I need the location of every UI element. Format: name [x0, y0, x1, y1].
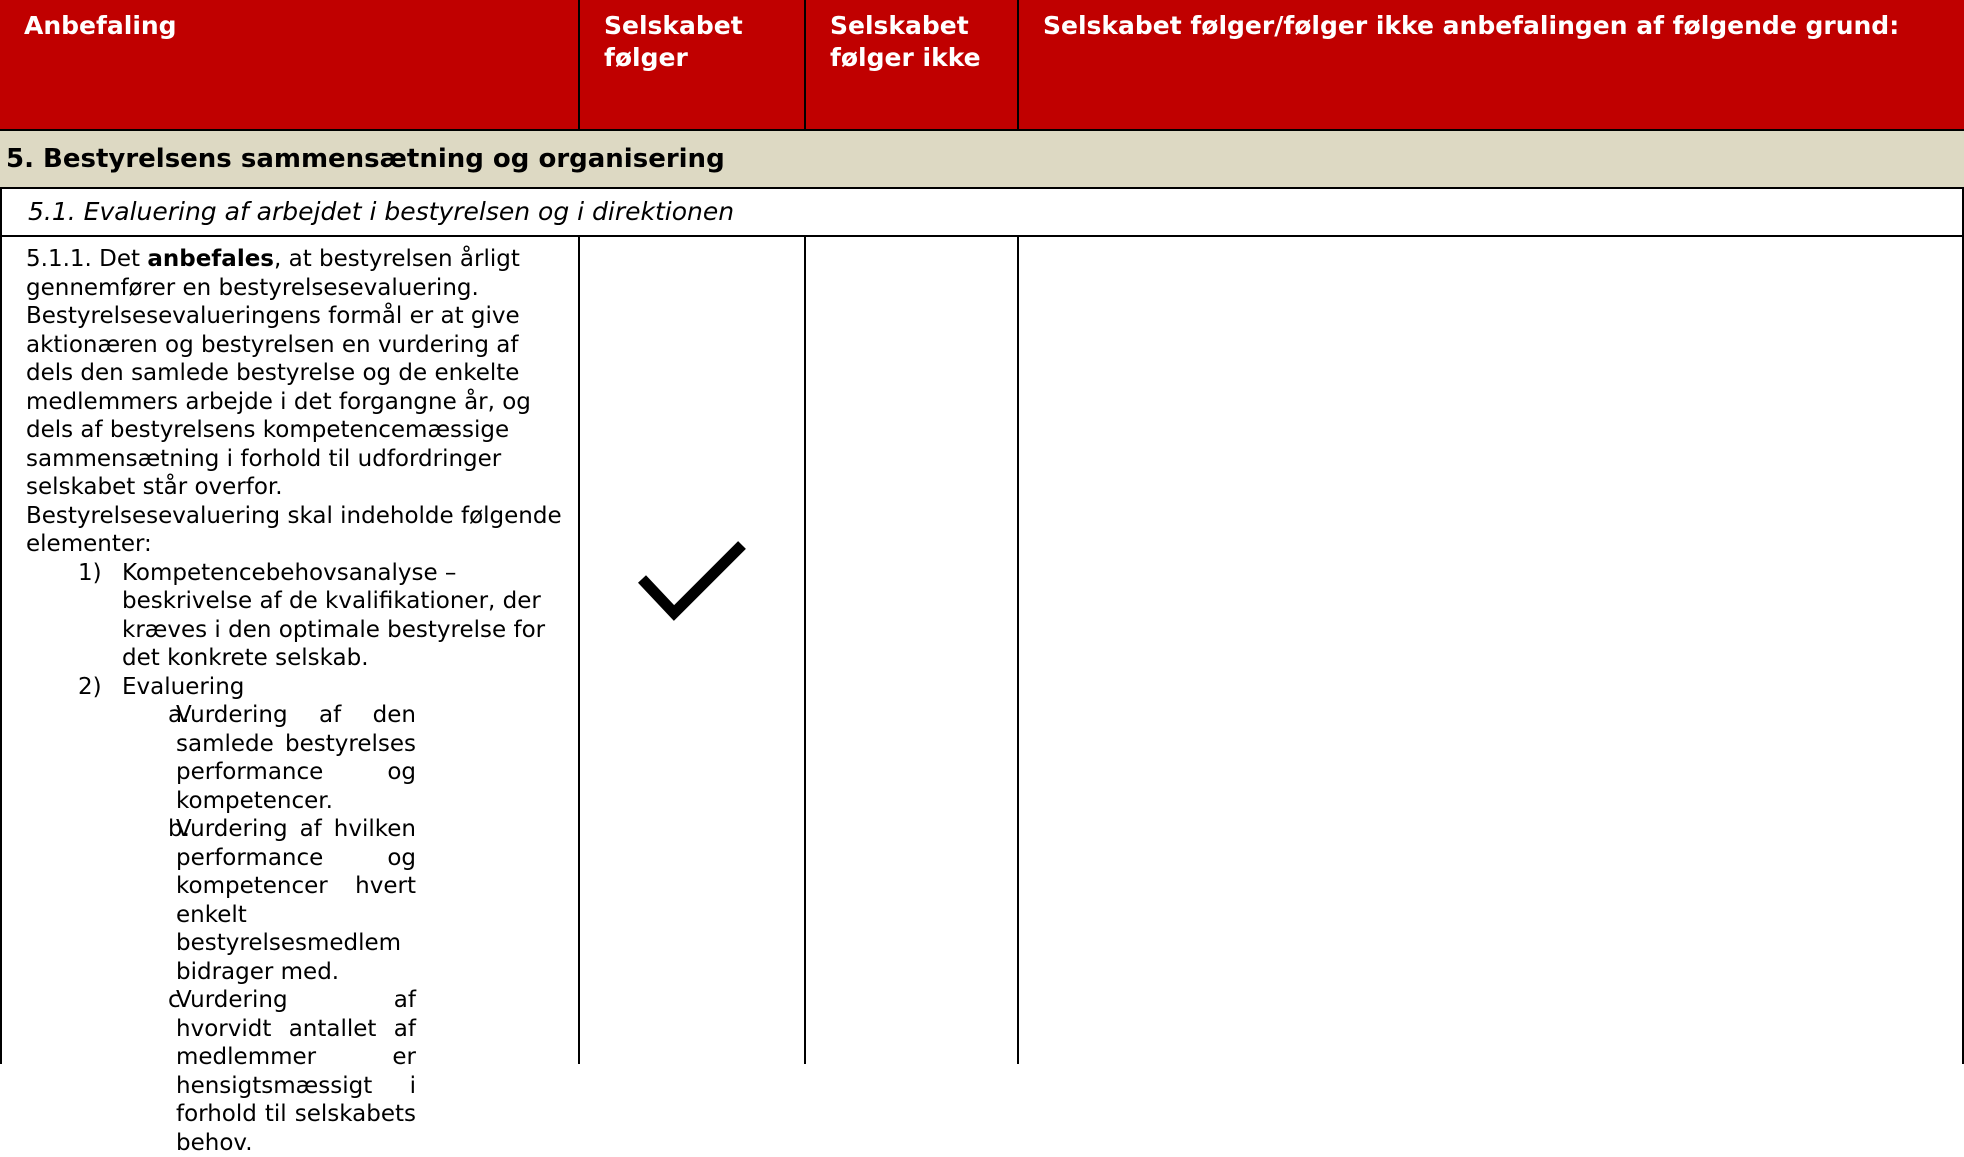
recommendation-intro-rest: , at bestyrelsen årligt gennemfører en b… — [26, 246, 531, 500]
sub-list-item: b. Vurdering af hvilken performance og k… — [26, 815, 416, 986]
header-recommendation: Anbefaling — [0, 0, 580, 129]
list-item-text: Kompetencebehovsanalyse – beskrivelse af… — [122, 559, 546, 672]
follows-cell — [580, 237, 806, 1064]
sub-list-marker: c. — [168, 987, 188, 1013]
list-marker: 2) — [78, 673, 102, 700]
recommendations-table: Anbefaling Selskabet følger Selskabet fø… — [0, 0, 1964, 1156]
sub-list-item-text: Vurdering af den samlede bestyrelses per… — [176, 702, 416, 814]
header-reason: Selskabet følger/følger ikke anbefalinge… — [1043, 11, 1900, 40]
table-row: 5.1.1. Det anbefales, at bestyrelsen årl… — [0, 237, 1964, 1156]
list-item-text: Evaluering — [122, 673, 245, 700]
lettered-list: a. Vurdering af den samlede bestyrelses … — [26, 701, 568, 1157]
list-item: 2) Evaluering — [26, 673, 568, 702]
recommendation-intro: 5.1.1. Det anbefales, at bestyrelsen årl… — [26, 245, 568, 502]
sub-list-item: a. Vurdering af den samlede bestyrelses … — [26, 701, 416, 815]
list-marker: 1) — [78, 559, 102, 586]
not-follows-cell — [806, 237, 1019, 1064]
sub-list-item-text: Vurdering af hvilken performance og komp… — [176, 816, 416, 985]
sub-list-item: c. Vurdering af hvorvidt antallet af med… — [26, 986, 416, 1157]
sub-list-marker: a. — [168, 702, 190, 728]
recommendation-cell: 5.1.1. Det anbefales, at bestyrelsen årl… — [0, 237, 580, 1156]
recommendation-elements-intro: Bestyrelsesevaluering skal indeholde føl… — [26, 502, 562, 558]
sub-list-marker: b. — [168, 816, 190, 842]
sub-list-item-text: Vurdering af hvorvidt antallet af medlem… — [176, 987, 416, 1156]
section-heading: 5. Bestyrelsens sammensætning og organis… — [0, 129, 1964, 189]
header-follows: Selskabet følger — [580, 0, 806, 129]
table-header: Anbefaling Selskabet følger Selskabet fø… — [0, 0, 1964, 129]
list-item: 1) Kompetencebehovsanalyse – beskrivelse… — [26, 559, 568, 673]
subsection-heading: 5.1. Evaluering af arbejdet i bestyrelse… — [0, 189, 1964, 237]
recommendation-bold-word: anbefales — [147, 246, 275, 272]
recommendation-prefix: 5.1.1. Det — [26, 246, 148, 272]
numbered-list: 1) Kompetencebehovsanalyse – beskrivelse… — [26, 559, 568, 702]
header-not-follows: Selskabet følger ikke — [806, 0, 1019, 129]
checkmark-icon — [638, 541, 746, 621]
reason-cell — [1019, 237, 1964, 1064]
